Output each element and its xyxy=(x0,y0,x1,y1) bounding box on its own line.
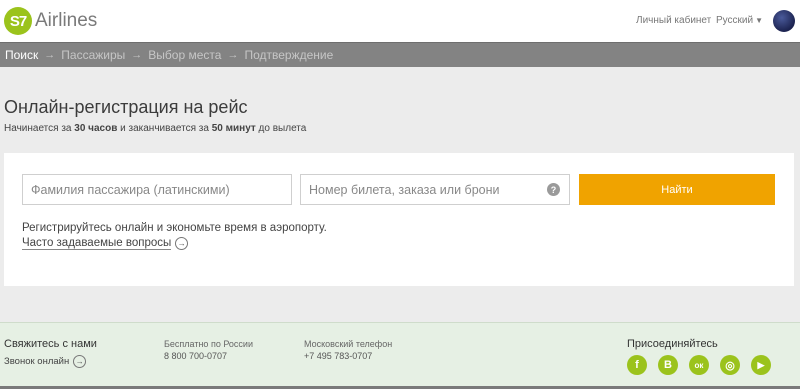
language-selector[interactable]: Русский ▼ xyxy=(716,15,763,26)
social-links: f B ок ◎ ▶ xyxy=(627,355,782,375)
ticket-number-input[interactable]: Номер билета, заказа или брони ? xyxy=(300,174,570,205)
join-us-title: Присоединяйтесь xyxy=(627,338,718,350)
circle-arrow-icon: → xyxy=(175,237,189,250)
top-header: S7 Airlines Личный кабинет Русский ▼ xyxy=(0,0,800,42)
call-online-label: Звонок онлайн xyxy=(4,356,70,367)
ticket-placeholder: Номер билета, заказа или брони xyxy=(309,182,500,197)
promo-text: Регистрируйтесь онлайн и экономьте время… xyxy=(22,222,327,234)
step-seat-selection: Выбор места xyxy=(148,48,222,62)
moscow-phone-block: Московский телефон +7 495 783-0707 xyxy=(304,339,392,361)
russia-phone-block: Бесплатно по России 8 800 700-0707 xyxy=(164,339,253,361)
moscow-phone-number[interactable]: +7 495 783-0707 xyxy=(304,351,392,361)
subtitle-hours: 30 часов xyxy=(74,123,118,134)
instagram-icon[interactable]: ◎ xyxy=(720,355,740,375)
facebook-icon[interactable]: f xyxy=(627,355,647,375)
faq-link-label: Часто задаваемые вопросы xyxy=(22,237,172,250)
page-title: Онлайн-регистрация на рейс xyxy=(4,97,248,117)
surname-placeholder: Фамилия пассажира (латинскими) xyxy=(31,182,230,197)
subtitle-part: до вылета xyxy=(255,123,307,134)
circle-arrow-icon: → xyxy=(73,355,87,368)
language-label: Русский xyxy=(716,15,754,26)
arrow-right-icon: → xyxy=(227,49,239,61)
oneworld-alliance-icon xyxy=(773,10,795,32)
passenger-surname-input[interactable]: Фамилия пассажира (латинскими) xyxy=(22,174,292,205)
subtitle-part: Начинается за xyxy=(4,123,75,134)
step-passengers: Пассажиры xyxy=(61,48,126,62)
vkontakte-icon[interactable]: B xyxy=(658,355,678,375)
step-confirmation: Подтверждение xyxy=(244,48,334,62)
subtitle-minutes: 50 минут xyxy=(211,123,256,134)
arrow-right-icon: → xyxy=(44,49,56,61)
booking-steps-bar: Поиск → Пассажиры → Выбор места → Подтве… xyxy=(0,42,800,67)
youtube-icon[interactable]: ▶ xyxy=(751,355,771,375)
contact-title: Свяжитесь с нами xyxy=(4,338,97,350)
arrow-right-icon: → xyxy=(131,49,143,61)
subtitle-part: и заканчивается за xyxy=(117,123,212,134)
faq-link[interactable]: Часто задаваемые вопросы → xyxy=(22,237,189,250)
checkin-window-note: Начинается за 30 часов и заканчивается з… xyxy=(4,123,306,134)
russia-phone-label: Бесплатно по России xyxy=(164,339,253,349)
logo-text: Airlines xyxy=(35,10,98,31)
caret-down-icon: ▼ xyxy=(755,16,764,25)
step-search[interactable]: Поиск xyxy=(5,48,38,62)
s7-logo[interactable]: S7 Airlines xyxy=(4,7,97,35)
help-icon[interactable]: ? xyxy=(547,183,560,196)
find-button[interactable]: Найти xyxy=(579,174,775,205)
call-online-link[interactable]: Звонок онлайн → xyxy=(4,355,87,368)
moscow-phone-label: Московский телефон xyxy=(304,339,393,349)
checkin-form-card: Фамилия пассажира (латинскими) Номер бил… xyxy=(4,153,794,286)
logo-mark: S7 xyxy=(4,7,32,35)
russia-phone-number[interactable]: 8 800 700-0707 xyxy=(164,351,253,361)
personal-cabinet-link[interactable]: Личный кабинет xyxy=(636,15,711,26)
odnoklassniki-icon[interactable]: ок xyxy=(689,355,709,375)
footer: Свяжитесь с нами Звонок онлайн → Бесплат… xyxy=(0,322,800,389)
